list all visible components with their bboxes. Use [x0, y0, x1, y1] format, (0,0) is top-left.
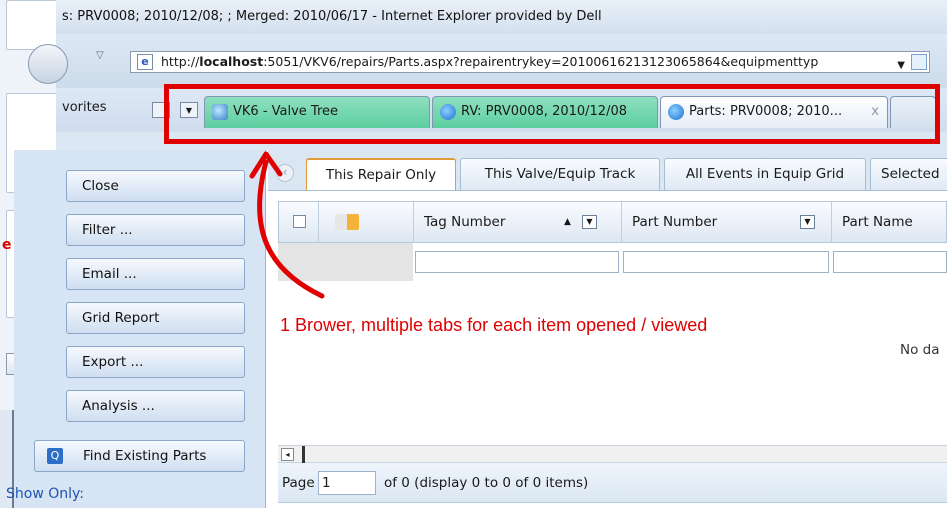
- find-existing-parts-button[interactable]: Q Find Existing Parts: [34, 440, 245, 472]
- annotation-text: 1 Brower, multiple tabs for each item op…: [280, 315, 708, 335]
- window-title: s: PRV0008; 2010/12/08; ; Merged: 2010/0…: [56, 0, 947, 34]
- analysis-button[interactable]: Analysis ...: [66, 390, 245, 422]
- page-icon: e: [137, 54, 153, 70]
- column-label: Part Name: [842, 214, 913, 230]
- filter-dropdown-icon[interactable]: ▼: [582, 215, 597, 229]
- parts-grid: Tag Number ▲ ▼ Part Number ▼ Part Name ◂…: [268, 190, 947, 508]
- address-prefix: http://: [161, 54, 200, 69]
- column-chooser-icon[interactable]: [335, 214, 359, 230]
- column-label: Part Number: [632, 214, 718, 230]
- scroll-left-arrow-icon[interactable]: ◂: [281, 448, 294, 461]
- annotation-highlight-box: [164, 84, 940, 144]
- annotation-arrow: [249, 151, 325, 299]
- page-info-text: of 0 (display 0 to 0 of 0 items): [384, 475, 589, 491]
- address-dropdown-icon[interactable]: ▼: [897, 56, 905, 72]
- no-data-message: No da: [900, 342, 940, 358]
- grid-filter-row: [278, 243, 947, 281]
- grid-tab-strip: ‹ This Repair Only This Valve/Equip Trac…: [268, 150, 947, 192]
- nav-history-dropdown-icon[interactable]: ▽: [96, 50, 104, 61]
- part-name-filter-input[interactable]: [833, 251, 947, 273]
- close-button[interactable]: Close: [66, 170, 245, 202]
- column-part-number[interactable]: Part Number ▼: [622, 202, 832, 244]
- horizontal-scrollbar[interactable]: ◂: [278, 445, 947, 463]
- forward-button[interactable]: [28, 44, 68, 84]
- tag-number-filter-input[interactable]: [415, 251, 619, 273]
- export-button[interactable]: Export ...: [66, 346, 245, 378]
- column-label: Tag Number: [424, 214, 506, 230]
- scrollbar-thumb[interactable]: [302, 446, 305, 463]
- column-part-name[interactable]: Part Name: [832, 202, 947, 244]
- background-red-text: e: [2, 237, 12, 253]
- tab-this-valve-equip-track[interactable]: This Valve/Equip Track: [460, 158, 660, 190]
- find-existing-parts-label: Find Existing Parts: [83, 448, 207, 464]
- address-host: localhost: [199, 54, 264, 69]
- address-bar-row: ▽ e http://localhost:5051/VKV6/repairs/P…: [28, 34, 947, 88]
- column-tag-number[interactable]: Tag Number ▲ ▼: [414, 202, 622, 244]
- sort-ascending-icon: ▲: [564, 217, 571, 227]
- grid-pager: Page 1 of 0 (display 0 to 0 of 0 items): [278, 463, 947, 503]
- part-number-filter-input[interactable]: [623, 251, 829, 273]
- address-path: :5051/VKV6/repairs/Parts.aspx?repairentr…: [263, 54, 819, 69]
- compatibility-icon[interactable]: [911, 54, 927, 70]
- grid-header: Tag Number ▲ ▼ Part Number ▼ Part Name: [278, 201, 947, 244]
- tab-selected[interactable]: Selected: [870, 158, 947, 190]
- show-only-label: Show Only:: [6, 486, 84, 502]
- address-field[interactable]: e http://localhost:5051/VKV6/repairs/Par…: [130, 51, 930, 73]
- grid-report-button[interactable]: Grid Report: [66, 302, 245, 334]
- email-button[interactable]: Email ...: [66, 258, 245, 290]
- page-number-input[interactable]: 1: [318, 471, 376, 495]
- favorites-label[interactable]: vorites: [62, 100, 106, 115]
- page-label: Page: [282, 475, 315, 491]
- search-icon: Q: [47, 448, 63, 464]
- filter-button[interactable]: Filter ...: [66, 214, 245, 246]
- tab-all-events-equip-grid[interactable]: All Events in Equip Grid: [664, 158, 866, 190]
- filter-dropdown-icon[interactable]: ▼: [800, 215, 815, 229]
- action-sidebar: Close Filter ... Email ... Grid Report E…: [14, 150, 266, 508]
- background-panel: [6, 0, 62, 50]
